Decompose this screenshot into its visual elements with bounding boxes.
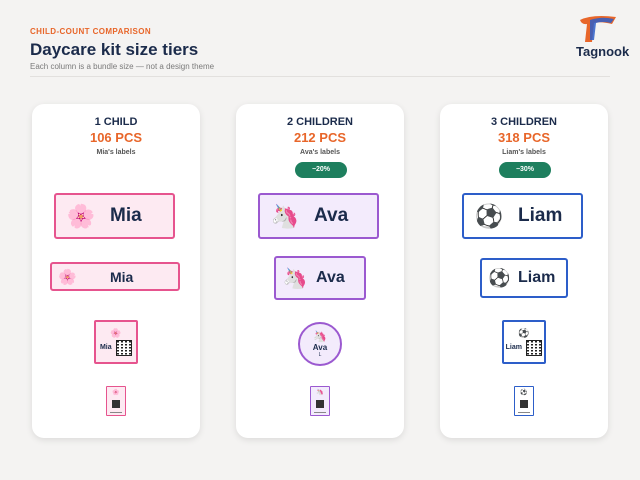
round-label: 🦄 Ava L [298, 322, 342, 366]
header-divider [30, 76, 610, 77]
tier-name: 2 CHILDREN [286, 116, 353, 128]
soccer-ball-icon: ⚽ [520, 390, 528, 396]
child-name: Mia [110, 268, 134, 285]
child-name: Mia [99, 344, 112, 351]
medium-label: ⚽ Liam [480, 258, 568, 298]
child-name: Ava [314, 205, 349, 226]
qr-code-icon [526, 339, 543, 356]
large-label: ⚽ Liam [462, 193, 583, 239]
tier-name: 3 CHILDREN [490, 116, 557, 128]
qr-code-icon [316, 400, 324, 408]
tier-card-3-children: 3 CHILDREN 318 PCS Liam's labels −30% ⚽ … [440, 104, 608, 438]
soccer-ball-icon: ⚽ [518, 327, 530, 338]
text-line [314, 412, 326, 413]
tier-count: 318 PCS [497, 130, 551, 145]
cherry-blossom-icon: 🌸 [58, 268, 77, 286]
qr-code-icon [520, 400, 528, 408]
size-mark: L [318, 352, 322, 358]
brand-name: Tagnook [576, 44, 630, 59]
page-subtitle: Each column is a bundle size — not a des… [30, 62, 215, 71]
cherry-blossom-icon: 🌸 [110, 327, 122, 338]
unicorn-icon: 🦄 [282, 267, 308, 290]
eyebrow-label: CHILD-COUNT COMPARISON [30, 27, 152, 36]
tier-owner: Ava's labels [300, 149, 340, 156]
tier-name: 1 CHILD [94, 116, 138, 128]
medium-label: 🦄 Ava [274, 256, 366, 300]
child-name: Ava [312, 343, 328, 352]
soccer-ball-icon: ⚽ [488, 267, 511, 288]
tier-owner: Liam's labels [502, 149, 546, 156]
tiny-tag-label: 🌸 [106, 386, 126, 416]
large-label: 🌸 Mia [54, 193, 175, 239]
tier-card-2-children: 2 CHILDREN 212 PCS Ava's labels −20% 🦄 A… [236, 104, 404, 438]
tier-count: 106 PCS [89, 130, 143, 145]
square-label: 🌸 Mia [94, 320, 138, 364]
unicorn-icon: 🦄 [316, 390, 324, 396]
qr-code-icon [112, 400, 120, 408]
text-line [518, 412, 530, 413]
qr-code-icon [116, 339, 133, 356]
tier-card-1-child: 1 CHILD 106 PCS Mia's labels 🌸 Mia 🌸 Mia… [32, 104, 200, 438]
discount-badge: −30% [499, 162, 551, 178]
child-name: Liam [518, 269, 556, 286]
child-name: Mia [110, 205, 142, 226]
tiny-tag-label: ⚽ [514, 386, 534, 416]
large-label: 🦄 Ava [258, 193, 379, 239]
page-title: Daycare kit size tiers [30, 40, 199, 59]
discount-badge: −20% [295, 162, 347, 178]
child-name: Liam [505, 344, 522, 351]
child-name: Ava [316, 269, 345, 286]
tiny-tag-label: 🦄 [310, 386, 330, 416]
square-label: ⚽ Liam [502, 320, 546, 364]
text-line [110, 412, 122, 413]
cherry-blossom-icon: 🌸 [112, 390, 120, 396]
tier-owner: Mia's labels [96, 149, 136, 156]
brand-logo: Tagnook [570, 14, 630, 64]
soccer-ball-icon: ⚽ [474, 202, 504, 229]
child-name: Liam [518, 205, 563, 226]
medium-label: 🌸 Mia [50, 262, 180, 291]
tagnook-logo-icon [580, 16, 616, 42]
cherry-blossom-icon: 🌸 [66, 202, 96, 229]
tier-count: 212 PCS [293, 130, 347, 145]
unicorn-icon: 🦄 [313, 331, 327, 343]
unicorn-icon: 🦄 [270, 202, 300, 229]
